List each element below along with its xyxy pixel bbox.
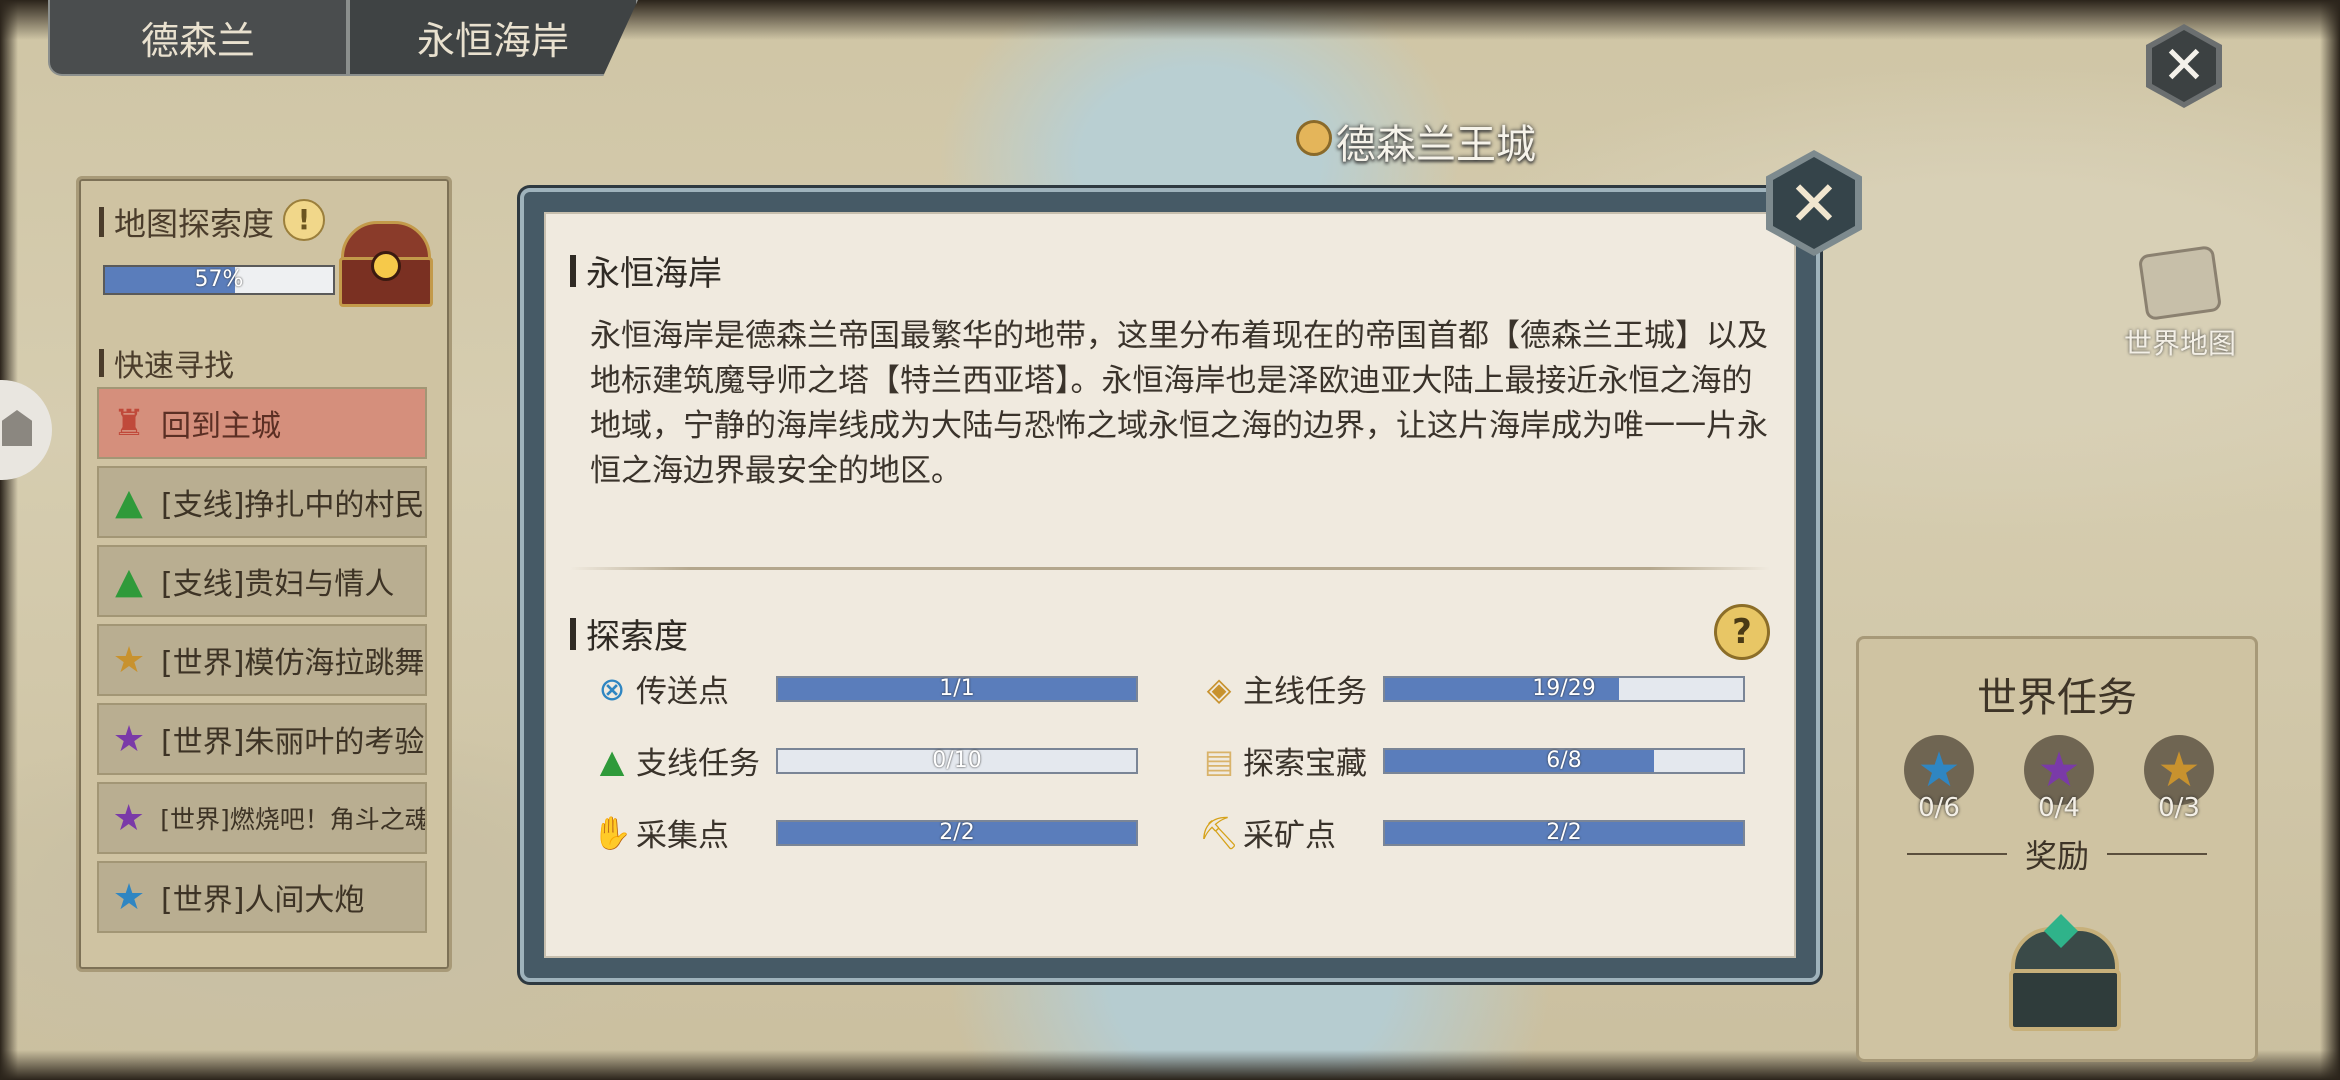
stat-value: 2/2 bbox=[1546, 819, 1582, 845]
divider bbox=[570, 567, 1770, 570]
star-count: 0/6 bbox=[1918, 793, 1960, 823]
teleport-icon: ⊗ bbox=[598, 669, 626, 708]
treasure-chest-icon[interactable] bbox=[337, 221, 433, 307]
star-count: 0/3 bbox=[2158, 793, 2200, 823]
stat-label: 传送点 bbox=[636, 674, 729, 710]
world-map-label: 世界地图 bbox=[2123, 327, 2236, 360]
star-icon: ★ bbox=[112, 797, 145, 839]
side-quest-icon: ▲ bbox=[115, 560, 143, 602]
region-info-dialog: 永恒海岸 永恒海岸是德森兰帝国最繁华的地带，这里分布着现在的帝国首都【德森兰王城… bbox=[520, 188, 1820, 982]
quick-find-label: [支线]挣扎中的村民 bbox=[161, 488, 425, 523]
close-icon: ✕ bbox=[2162, 36, 2206, 96]
dialog-title: 永恒海岸 bbox=[570, 246, 722, 295]
main-quest-icon: ◈ bbox=[1206, 669, 1232, 708]
world-task-stars: ★ 0/6 ★ 0/4 ★ 0/3 bbox=[1879, 735, 2239, 823]
stat-progress-bar: 2/2 bbox=[776, 819, 1138, 846]
stat-value: 6/8 bbox=[1546, 747, 1582, 773]
quick-find-label: 回到主城 bbox=[161, 409, 281, 444]
reward-row: 奖励 bbox=[1859, 831, 2255, 877]
world-tasks-panel[interactable]: 世界任务 ★ 0/6 ★ 0/4 ★ 0/3 奖励 bbox=[1856, 636, 2258, 1062]
dialog-body: 永恒海岸 永恒海岸是德森兰帝国最繁华的地带，这里分布着现在的帝国首都【德森兰王城… bbox=[544, 212, 1796, 958]
stat-value: 2/2 bbox=[939, 819, 975, 845]
quick-find-item[interactable]: ★ [世界]模仿海拉跳舞 bbox=[97, 624, 427, 696]
mining-icon: ⛏ bbox=[1198, 813, 1240, 852]
info-icon[interactable]: ! bbox=[283, 199, 325, 241]
explore-stat-row: ✋ 采集点 2/2 bbox=[590, 810, 1138, 855]
side-quest-icon: ▲ bbox=[115, 481, 143, 523]
stat-progress-bar: 0/10 bbox=[776, 747, 1138, 774]
city-label[interactable]: 德森兰王城 bbox=[1336, 112, 1536, 170]
star-icon: ★ bbox=[112, 718, 146, 760]
castle-icon: ♜ bbox=[112, 402, 146, 444]
treasure-icon: ▤ bbox=[1203, 741, 1235, 780]
stat-label: 采矿点 bbox=[1243, 818, 1336, 854]
explore-stat-row: ▤ 探索宝藏 6/8 bbox=[1197, 738, 1745, 783]
explore-percent: 57% bbox=[194, 267, 244, 292]
star-icon: ★ bbox=[112, 876, 146, 918]
world-tasks-title: 世界任务 bbox=[1977, 675, 2137, 721]
explore-stat-row: ⊗ 传送点 1/1 bbox=[590, 666, 1138, 711]
star-icon: ★ bbox=[112, 639, 146, 681]
quick-find-label: [世界]模仿海拉跳舞 bbox=[161, 646, 425, 681]
quick-find-item[interactable]: ★ [世界]燃烧吧！角斗之魂 bbox=[97, 782, 427, 854]
reward-chest-icon[interactable] bbox=[2005, 914, 2121, 1031]
stat-progress-bar: 6/8 bbox=[1383, 747, 1745, 774]
explore-title: 地图探索度 bbox=[99, 199, 274, 245]
close-icon: ✕ bbox=[1788, 166, 1840, 240]
breadcrumb: 德森兰 永恒海岸 bbox=[48, 0, 638, 78]
quick-find-item[interactable]: ★ [世界]朱丽叶的考验 bbox=[97, 703, 427, 775]
stat-progress-bar: 2/2 bbox=[1383, 819, 1745, 846]
breadcrumb-area[interactable]: 永恒海岸 bbox=[348, 0, 638, 76]
explore-progress-bar: 57% bbox=[103, 265, 335, 295]
scroll-map-icon bbox=[2137, 245, 2223, 321]
world-task-star[interactable]: ★ 0/3 bbox=[2134, 735, 2224, 823]
world-task-star[interactable]: ★ 0/6 bbox=[1894, 735, 1984, 823]
map-edge bbox=[2320, 0, 2340, 1080]
world-map-button[interactable]: 世界地图 bbox=[2120, 245, 2240, 362]
quick-find-label: [世界]燃烧吧！角斗之魂 bbox=[160, 805, 425, 834]
quick-find-title: 快速寻找 bbox=[99, 341, 234, 385]
explore-section-title: 探索度 bbox=[570, 609, 688, 658]
stat-value: 19/29 bbox=[1532, 675, 1596, 701]
world-task-star[interactable]: ★ 0/4 bbox=[2014, 735, 2104, 823]
stat-label: 支线任务 bbox=[636, 746, 760, 782]
quick-find-item[interactable]: ▲ [支线]挣扎中的村民 bbox=[97, 466, 427, 538]
stat-label: 探索宝藏 bbox=[1243, 746, 1367, 782]
quick-find-label: [世界]人间大炮 bbox=[161, 883, 365, 918]
reward-label: 奖励 bbox=[2024, 837, 2089, 875]
stat-label: 采集点 bbox=[636, 818, 729, 854]
map-edge bbox=[0, 0, 18, 1080]
stat-value: 1/1 bbox=[939, 675, 975, 701]
city-marker-icon[interactable] bbox=[1296, 120, 1332, 156]
left-panel: 地图探索度 ! 57% 快速寻找 ♜ 回到主城 ▲ [支线]挣扎中的村民 ▲ [支线]贵妇… bbox=[76, 176, 452, 972]
quick-find-item[interactable]: ★ [世界]人间大炮 bbox=[97, 861, 427, 933]
region-description: 永恒海岸是德森兰帝国最繁华的地带，这里分布着现在的帝国首都【德森兰王城】以及地标… bbox=[590, 318, 1768, 489]
quick-find-item[interactable]: ♜ 回到主城 bbox=[97, 387, 427, 459]
stat-label: 主线任务 bbox=[1243, 674, 1367, 710]
stat-progress-bar: 19/29 bbox=[1383, 675, 1745, 702]
breadcrumb-region[interactable]: 德森兰 bbox=[48, 0, 348, 76]
stat-value: 0/10 bbox=[932, 747, 982, 773]
star-count: 0/4 bbox=[2038, 793, 2080, 823]
explore-stat-row: ◈ 主线任务 19/29 bbox=[1197, 666, 1745, 711]
explore-stat-row: ⛏ 采矿点 2/2 bbox=[1197, 810, 1745, 855]
quick-find-item[interactable]: ▲ [支线]贵妇与情人 bbox=[97, 545, 427, 617]
house-icon bbox=[2, 410, 32, 446]
explore-stat-row: ▲ 支线任务 0/10 bbox=[590, 738, 1138, 783]
gather-icon: ✋ bbox=[592, 813, 632, 852]
side-quest-icon: ▲ bbox=[599, 741, 625, 780]
quick-find-label: [世界]朱丽叶的考验 bbox=[161, 725, 425, 760]
stat-progress-bar: 1/1 bbox=[776, 675, 1138, 702]
quick-find-label: [支线]贵妇与情人 bbox=[161, 567, 395, 602]
quick-find-list: ♜ 回到主城 ▲ [支线]挣扎中的村民 ▲ [支线]贵妇与情人 ★ [世界]模仿海拉跳舞 ★ [世… bbox=[97, 387, 427, 940]
help-button[interactable]: ? bbox=[1714, 604, 1770, 660]
